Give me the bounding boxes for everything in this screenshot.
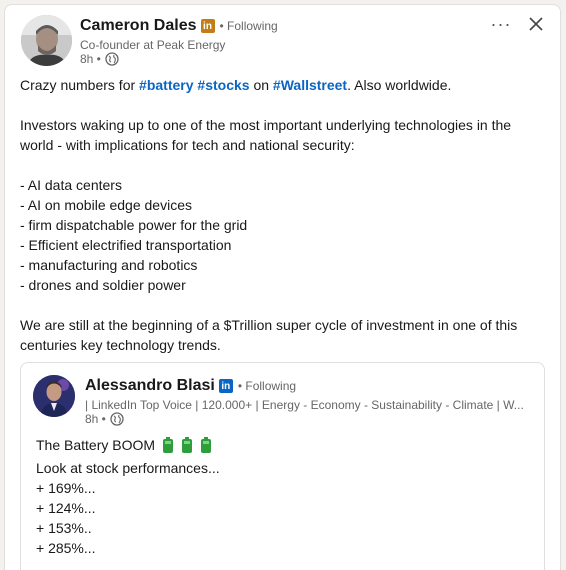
hashtag-wallstreet[interactable]: #Wallstreet	[273, 77, 347, 93]
linkedin-badge-icon: in	[218, 379, 233, 393]
gain-item: + 169%...	[36, 480, 96, 496]
author-name[interactable]: Cameron Dales	[80, 17, 197, 35]
gain-item: + 153%..	[36, 520, 92, 536]
hashtag-stocks[interactable]: #stocks	[197, 77, 249, 93]
bullet-item: - manufacturing and robotics	[20, 257, 198, 273]
shared-post-text: The Battery BOOM Look at stock performan…	[36, 435, 516, 558]
shared-author-name[interactable]: Alessandro Blasi	[85, 377, 215, 395]
more-options-button[interactable]: ···	[486, 9, 516, 39]
shared-author-name-row: Alessandro Blasi in • Following	[85, 377, 296, 395]
shared-post-time-row: 8h •	[85, 412, 124, 426]
post-paragraph-line: We are still at the beginning of a $Tril…	[20, 317, 518, 333]
globe-icon	[110, 412, 124, 426]
bullet-item: - AI on mobile edge devices	[20, 197, 192, 213]
post-time-row: 8h •	[80, 52, 119, 66]
close-icon[interactable]	[521, 9, 551, 39]
battery-icon	[162, 437, 174, 458]
shared-post-time: 8h •	[85, 412, 106, 426]
post-intro-line: Crazy numbers for #battery #stocks on #W…	[20, 77, 452, 93]
shared-author-headline: | LinkedIn Top Voice | 120.000+ | Energy…	[85, 398, 524, 412]
bullet-item: - Efficient electrified transportation	[20, 237, 232, 253]
gain-item: + 285%...	[36, 540, 96, 556]
author-avatar[interactable]	[21, 15, 72, 66]
premium-badge-icon: in	[200, 19, 215, 33]
post-paragraph-line: world - with implications for tech and n…	[20, 137, 355, 153]
post-time: 8h •	[80, 52, 101, 66]
bullet-item: - AI data centers	[20, 177, 122, 193]
shared-follow-status: • Following	[237, 379, 297, 393]
post-paragraph-line: centuries key technology trends.	[20, 337, 221, 353]
shared-author-avatar[interactable]	[33, 375, 75, 417]
shared-body-line: Look at stock performances...	[36, 460, 220, 476]
post-text: Crazy numbers for #battery #stocks on #W…	[20, 75, 540, 355]
hashtag-battery[interactable]: #battery	[139, 77, 193, 93]
author-headline: Co-founder at Peak Energy	[80, 38, 226, 52]
bullet-item: - firm dispatchable power for the grid	[20, 217, 248, 233]
follow-status: • Following	[219, 19, 278, 33]
gain-item: + 124%...	[36, 500, 96, 516]
bullet-item: - drones and soldier power	[20, 277, 186, 293]
post-paragraph-line: Investors waking up to one of the most i…	[20, 117, 512, 133]
shared-headline-line: The Battery BOOM	[36, 435, 516, 458]
battery-icon	[200, 437, 212, 458]
battery-icon	[181, 437, 193, 458]
author-name-row: Cameron Dales in • Following	[80, 17, 278, 35]
globe-icon	[105, 52, 119, 66]
